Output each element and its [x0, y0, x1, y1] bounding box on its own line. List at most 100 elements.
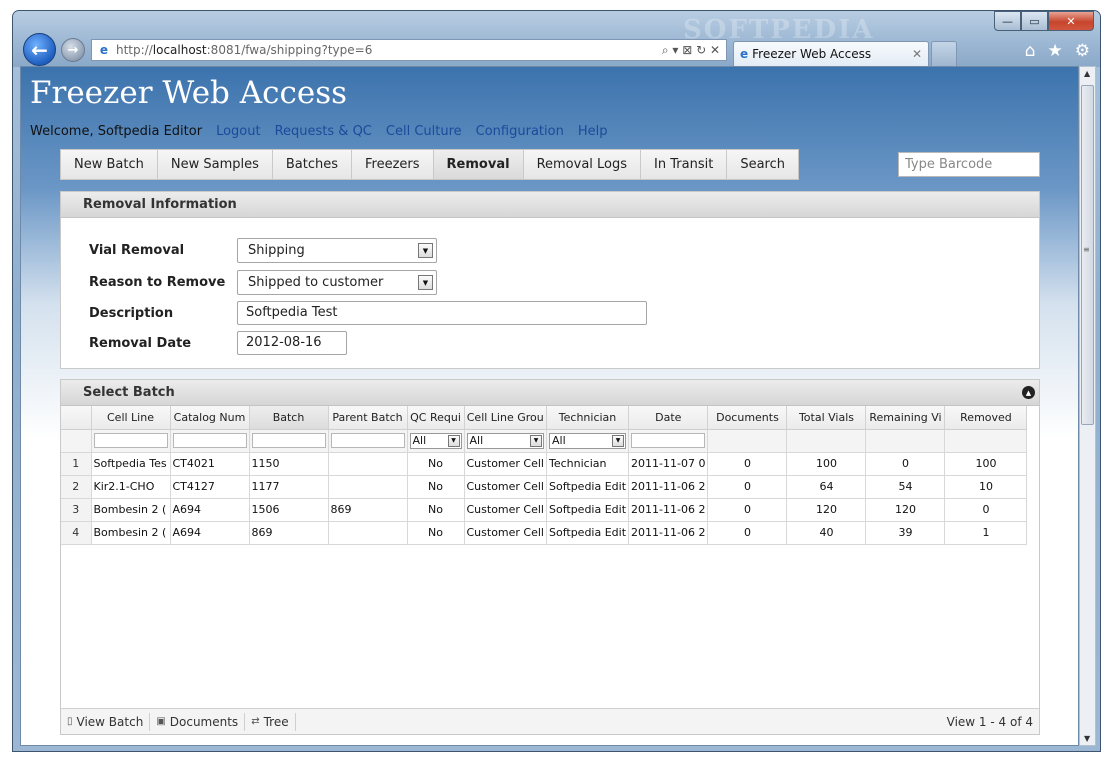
barcode-input[interactable] — [898, 152, 1040, 177]
nav-removal-logs[interactable]: Removal Logs — [523, 150, 642, 179]
parent-batch-cell: 869 — [328, 498, 408, 522]
new-tab-button[interactable] — [931, 41, 957, 66]
forward-button[interactable]: → — [61, 38, 85, 62]
col-catalog-num[interactable]: Catalog Num — [170, 406, 250, 430]
removed-cell: 0 — [944, 498, 1028, 522]
row-number: 3 — [61, 498, 92, 522]
removal-info-header: Removal Information — [61, 192, 1039, 218]
parent-batch-cell — [328, 452, 408, 476]
col-batch[interactable]: Batch — [249, 406, 329, 430]
nav-search[interactable]: Search — [727, 150, 798, 179]
batch-cell: 869 — [249, 521, 329, 545]
nav-new-samples[interactable]: New Samples — [157, 150, 273, 179]
view-batch-button[interactable]: ▯ View Batch — [61, 712, 151, 731]
next-panel-header — [60, 745, 1040, 746]
help-link[interactable]: Help — [578, 124, 608, 139]
filter-date[interactable] — [631, 433, 706, 448]
browser-toolbar: ⌂ ★ ⚙ — [1025, 41, 1090, 61]
back-button[interactable]: ← — [23, 33, 56, 66]
scroll-down-icon[interactable]: ▼ — [1084, 734, 1090, 743]
swap-arrows-icon: ⇄ — [251, 716, 260, 727]
technician-cell: Softpedia Edit — [546, 475, 630, 499]
pager-view-info: View 1 - 4 of 4 — [946, 714, 1033, 729]
table-row[interactable]: 2 Kir2.1-CHO CT4127 1177 No Customer Cel… — [61, 475, 1028, 499]
col-date[interactable]: Date — [628, 406, 709, 430]
col-documents[interactable]: Documents — [707, 406, 788, 430]
total-vials-cell: 120 — [786, 498, 867, 522]
filter-cell-line[interactable] — [93, 433, 168, 448]
total-vials-cell: 40 — [786, 521, 867, 545]
welcome-text: Welcome, Softpedia Editor — [30, 124, 203, 139]
minimize-button[interactable]: — — [994, 11, 1021, 31]
col-technician[interactable]: Technician — [546, 406, 630, 430]
configuration-link[interactable]: Configuration — [476, 124, 564, 139]
qc-cell: No — [407, 521, 465, 545]
url-text[interactable]: http://localhost:8081/fwa/shipping?type=… — [116, 43, 662, 57]
filter-parent-batch[interactable] — [330, 433, 405, 448]
nav-in-transit[interactable]: In Transit — [641, 150, 728, 179]
filter-qc-select[interactable]: All ▼ — [409, 432, 462, 449]
ie-icon: e — [99, 43, 109, 57]
tab-close-icon[interactable]: ✕ — [912, 47, 922, 61]
address-tools[interactable]: ⌕ ▾ ⊠ ↻ ✕ — [662, 43, 726, 58]
table-row[interactable]: 3 Bombesin 2 ( A694 1506 869 No Customer… — [61, 498, 1028, 522]
vial-removal-select[interactable]: Shipping ▼ — [237, 238, 437, 263]
filter-catalog-num[interactable] — [172, 433, 247, 448]
chevron-down-icon: ▼ — [418, 275, 433, 290]
reason-row: Reason to Remove Shipped to customer ▼ — [89, 270, 437, 295]
col-cell-line[interactable]: Cell Line — [91, 406, 171, 430]
cell-line-cell: Softpedia Tes — [91, 452, 171, 476]
logout-link[interactable]: Logout — [216, 124, 261, 139]
group-cell: Customer Cell — [464, 498, 547, 522]
col-remaining-vials[interactable]: Remaining Vi — [865, 406, 946, 430]
cell-culture-link[interactable]: Cell Culture — [386, 124, 462, 139]
filter-group-select[interactable]: All ▼ — [466, 432, 544, 449]
col-total-vials[interactable]: Total Vials — [786, 406, 867, 430]
col-qc-required[interactable]: QC Requi — [407, 406, 465, 430]
filter-batch[interactable] — [251, 433, 326, 448]
select-batch-title: Select Batch — [83, 385, 175, 400]
nav-removal[interactable]: Removal — [433, 150, 524, 179]
table-row[interactable]: 1 Softpedia Tes CT4021 1150 No Customer … — [61, 452, 1028, 476]
nav-batches[interactable]: Batches — [272, 150, 353, 179]
col-parent-batch[interactable]: Parent Batch — [328, 406, 408, 430]
table-row[interactable]: 4 Bombesin 2 ( A694 869 No Customer Cell… — [61, 521, 1028, 545]
filter-technician-select[interactable]: All ▼ — [549, 432, 627, 449]
chevron-down-icon: ▼ — [418, 243, 433, 258]
scroll-up-icon[interactable]: ▲ — [1084, 69, 1090, 78]
date-cell: 2011-11-06 2 — [628, 521, 709, 545]
collapse-icon[interactable]: ▲ — [1022, 386, 1035, 399]
tree-label: Tree — [263, 714, 289, 729]
batch-cell: 1150 — [249, 452, 329, 476]
col-cell-line-group[interactable]: Cell Line Grou — [464, 406, 547, 430]
ie-tab-icon: e — [740, 47, 749, 61]
favorites-icon[interactable]: ★ — [1048, 41, 1063, 61]
nav-freezers[interactable]: Freezers — [352, 150, 434, 179]
address-bar[interactable]: e http://localhost:8081/fwa/shipping?typ… — [91, 39, 727, 61]
col-removed[interactable]: Removed — [944, 406, 1028, 430]
catalog-cell: A694 — [170, 521, 250, 545]
row-number: 4 — [61, 521, 92, 545]
description-field[interactable]: Softpedia Test — [237, 301, 647, 325]
reason-label: Reason to Remove — [89, 275, 226, 290]
group-cell: Customer Cell — [464, 475, 547, 499]
remaining-vials-cell: 0 — [865, 452, 946, 476]
nav-new-batch[interactable]: New Batch — [61, 150, 158, 179]
cell-line-cell: Bombesin 2 ( — [91, 521, 171, 545]
home-icon[interactable]: ⌂ — [1025, 41, 1036, 61]
scrollbar-thumb[interactable] — [1081, 85, 1094, 425]
close-window-button[interactable]: ✕ — [1048, 11, 1094, 31]
reason-select[interactable]: Shipped to customer ▼ — [237, 270, 437, 295]
browser-tab[interactable]: e Freezer Web Access ✕ — [733, 41, 929, 66]
maximize-button[interactable]: ▭ — [1021, 11, 1048, 31]
description-row: Description Softpedia Test — [89, 301, 647, 325]
vertical-scrollbar[interactable]: ▲ ≡ ▼ — [1079, 66, 1096, 746]
qc-cell: No — [407, 498, 465, 522]
tree-button[interactable]: ⇄ Tree — [245, 712, 296, 731]
vial-removal-value: Shipping — [248, 243, 305, 258]
requests-qc-link[interactable]: Requests & QC — [275, 124, 372, 139]
settings-icon[interactable]: ⚙ — [1075, 41, 1090, 61]
removal-date-field[interactable]: 2012-08-16 — [237, 331, 347, 355]
technician-cell: Softpedia Edit — [546, 498, 630, 522]
documents-button[interactable]: ▣ Documents — [150, 712, 246, 731]
